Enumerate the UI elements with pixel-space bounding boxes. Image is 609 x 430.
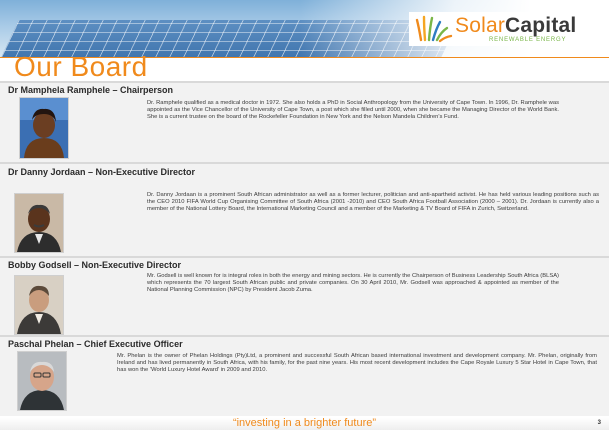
member-photo: [17, 351, 67, 411]
board-member-row: Bobby Godsell – Non-Executive Director M…: [0, 256, 609, 335]
member-bio: Dr. Danny Jordaan is a prominent South A…: [147, 192, 599, 213]
member-name: Paschal Phelan – Chief Executive Officer: [8, 339, 183, 349]
member-photo: [14, 193, 64, 253]
member-bio: Mr. Phelan is the owner of Phelan Holdin…: [117, 353, 597, 374]
board-member-row: Paschal Phelan – Chief Executive Officer…: [0, 335, 609, 416]
member-name: Bobby Godsell – Non-Executive Director: [8, 260, 182, 270]
member-photo: [19, 97, 69, 159]
member-name: Dr Danny Jordaan – Non-Executive Directo…: [8, 167, 196, 177]
logo-subtitle: RENEWABLE ENERGY: [489, 37, 567, 43]
logo-word-solar: Solar: [455, 14, 506, 37]
member-bio: Dr. Ramphele qualified as a medical doct…: [147, 100, 559, 121]
company-logo: SolarCapital RENEWABLE ENERGY: [409, 12, 609, 46]
member-photo: [14, 275, 64, 335]
member-name: Dr Mamphela Ramphele – Chairperson: [8, 85, 174, 95]
page-number: 3: [597, 420, 601, 426]
member-bio: Mr. Godsell is well known for is integra…: [147, 273, 559, 294]
board-member-row: Dr Danny Jordaan – Non-Executive Directo…: [0, 162, 609, 256]
logo-word-capital: Capital: [505, 14, 577, 37]
sun-rays-icon: [415, 15, 453, 43]
page-title: Our Board: [14, 51, 148, 82]
header-banner: SolarCapital RENEWABLE ENERGY: [0, 0, 609, 58]
footer-tagline: “investing in a brighter future”: [232, 417, 377, 429]
board-member-row: Dr Mamphela Ramphele – Chairperson Dr. R…: [0, 81, 609, 162]
slide: SolarCapital RENEWABLE ENERGY Our Board …: [0, 0, 609, 430]
